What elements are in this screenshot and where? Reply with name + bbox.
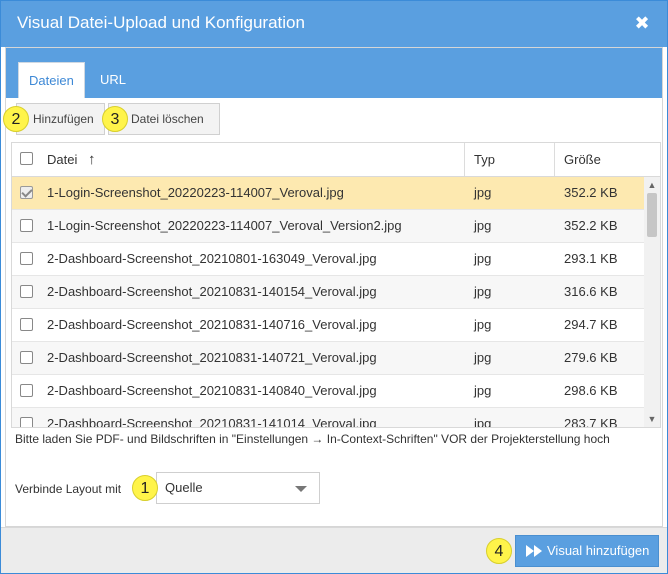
column-divider [554, 143, 555, 176]
file-size: 293.1 KB [564, 251, 618, 266]
row-checkbox[interactable] [20, 186, 33, 199]
scroll-up-icon[interactable]: ▲ [644, 177, 660, 193]
row-checkbox[interactable] [20, 417, 33, 427]
annotation-badge-2: 2 [3, 106, 29, 132]
fast-forward-icon [526, 545, 542, 560]
table-row[interactable]: 2-Dashboard-Screenshot_20210831-140721_V… [12, 342, 644, 375]
file-name: 1-Login-Screenshot_20220223-114007_Verov… [47, 218, 402, 233]
add-visual-button[interactable]: Visual hinzufügen [515, 535, 659, 567]
table-body: 1-Login-Screenshot_20220223-114007_Verov… [12, 177, 644, 427]
column-header-size[interactable]: Größe [564, 143, 601, 176]
dialog-titlebar: Visual Datei-Upload und Konfiguration ✖ [1, 1, 667, 47]
file-size: 283.7 KB [564, 416, 618, 427]
sort-ascending-icon[interactable]: ↑ [88, 143, 96, 176]
file-name: 1-Login-Screenshot_20220223-114007_Verov… [47, 185, 344, 200]
file-size: 279.6 KB [564, 350, 618, 365]
annotation-badge-3: 3 [102, 106, 128, 132]
file-name: 2-Dashboard-Screenshot_20210831-141014_V… [47, 416, 377, 427]
table-header: Datei ↑ Typ Größe [12, 143, 660, 177]
file-size: 316.6 KB [564, 284, 618, 299]
table-row[interactable]: 2-Dashboard-Screenshot_20210831-140716_V… [12, 309, 644, 342]
annotation-badge-1: 1 [132, 475, 158, 501]
table-row[interactable]: 2-Dashboard-Screenshot_20210831-141014_V… [12, 408, 644, 427]
table-row[interactable]: 2-Dashboard-Screenshot_20210801-163049_V… [12, 243, 644, 276]
file-name: 2-Dashboard-Screenshot_20210831-140721_V… [47, 350, 377, 365]
row-checkbox[interactable] [20, 384, 33, 397]
upload-dialog: Visual Datei-Upload und Konfiguration ✖ … [0, 0, 668, 574]
add-file-button[interactable]: Hinzufügen [16, 103, 105, 135]
file-name: 2-Dashboard-Screenshot_20210831-140716_V… [47, 317, 377, 332]
chevron-down-icon [295, 486, 307, 492]
tab-dateien[interactable]: Dateien [18, 62, 85, 98]
dialog-title: Visual Datei-Upload und Konfiguration [17, 13, 305, 32]
file-size: 352.2 KB [564, 218, 618, 233]
row-checkbox[interactable] [20, 318, 33, 331]
table-row[interactable]: 2-Dashboard-Screenshot_20210831-140154_V… [12, 276, 644, 309]
table-scrollbar[interactable]: ▲ ▼ [644, 177, 660, 427]
column-header-file[interactable]: Datei [47, 143, 77, 176]
row-checkbox[interactable] [20, 252, 33, 265]
file-type: jpg [474, 350, 492, 365]
file-type: jpg [474, 416, 492, 427]
dialog-footer: Visual hinzufügen [1, 527, 667, 573]
scrollbar-thumb[interactable] [647, 193, 657, 237]
table-row[interactable]: 1-Login-Screenshot_20220223-114007_Verov… [12, 210, 644, 243]
font-upload-hint: Bitte laden Sie PDF- und Bildschriften i… [15, 432, 610, 446]
row-checkbox[interactable] [20, 285, 33, 298]
column-header-type[interactable]: Typ [474, 143, 495, 176]
row-checkbox[interactable] [20, 219, 33, 232]
file-type: jpg [474, 383, 492, 398]
select-all-checkbox[interactable] [20, 152, 33, 165]
file-table: Datei ↑ Typ Größe 1-Login-Screenshot_202… [11, 142, 661, 428]
tab-url[interactable]: URL [90, 62, 136, 98]
file-name: 2-Dashboard-Screenshot_20210831-140154_V… [47, 284, 377, 299]
row-checkbox[interactable] [20, 351, 33, 364]
add-visual-label: Visual hinzufügen [547, 543, 650, 558]
column-divider [464, 143, 465, 176]
annotation-badge-4: 4 [486, 538, 512, 564]
file-type: jpg [474, 218, 492, 233]
table-row[interactable]: 2-Dashboard-Screenshot_20210831-140840_V… [12, 375, 644, 408]
file-name: 2-Dashboard-Screenshot_20210801-163049_V… [47, 251, 377, 266]
tab-bar: Dateien URL [6, 48, 662, 98]
file-name: 2-Dashboard-Screenshot_20210831-140840_V… [47, 383, 377, 398]
close-icon[interactable]: ✖ [633, 13, 651, 33]
file-size: 298.6 KB [564, 383, 618, 398]
table-row[interactable]: 1-Login-Screenshot_20220223-114007_Verov… [12, 177, 644, 210]
scroll-down-icon[interactable]: ▼ [644, 411, 660, 427]
layout-select-value: Quelle [165, 480, 203, 495]
file-size: 352.2 KB [564, 185, 618, 200]
file-type: jpg [474, 251, 492, 266]
layout-select[interactable]: Quelle [156, 472, 320, 504]
file-type: jpg [474, 284, 492, 299]
file-type: jpg [474, 185, 492, 200]
file-size: 294.7 KB [564, 317, 618, 332]
file-type: jpg [474, 317, 492, 332]
layout-label: Verbinde Layout mit [15, 482, 122, 496]
